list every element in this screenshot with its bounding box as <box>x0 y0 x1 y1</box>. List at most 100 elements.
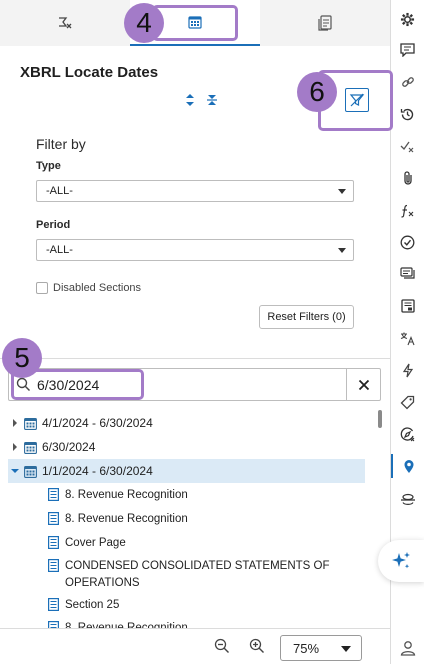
document-label: CONDENSED CONSOLIDATED STATEMENTS OF OPE… <box>65 560 330 589</box>
expand-collapse-controls <box>184 93 218 107</box>
document-icon <box>48 559 59 572</box>
tag-button[interactable] <box>391 390 424 414</box>
divider <box>0 358 390 359</box>
tree-group-row-selected[interactable]: 1/1/2024 - 6/30/2024 <box>8 459 365 483</box>
filter-toggle-button[interactable] <box>345 88 369 112</box>
document-list-icon <box>318 15 332 31</box>
callout-number: 6 <box>309 76 325 107</box>
approve-button[interactable] <box>391 230 424 254</box>
function-icon <box>401 204 414 218</box>
zoom-select[interactable]: 75% <box>280 635 362 661</box>
tree-group-label: 1/1/2024 - 6/30/2024 <box>42 464 153 478</box>
disabled-sections-checkbox[interactable] <box>36 282 48 294</box>
clear-search-button[interactable] <box>346 369 380 400</box>
search-input[interactable]: 6/30/2024 <box>37 377 99 393</box>
callout-badge-filter: 6 <box>297 72 337 112</box>
zoom-in-icon[interactable] <box>249 638 265 654</box>
translate-button[interactable] <box>391 326 424 350</box>
disabled-sections-label: Disabled Sections <box>53 282 142 294</box>
sparkle-icon <box>392 552 410 569</box>
comment-icon <box>400 43 415 57</box>
collapse-all-icon[interactable] <box>206 93 218 107</box>
period-select[interactable]: -ALL- <box>36 239 354 261</box>
chevron-right-icon[interactable] <box>8 442 22 452</box>
disabled-sections-option[interactable]: Disabled Sections <box>36 282 141 294</box>
tree-document-item[interactable]: 8. Revenue Recognition <box>48 487 348 504</box>
user-profile-button[interactable] <box>391 636 424 660</box>
comment-button[interactable] <box>391 38 424 62</box>
document-icon <box>48 536 59 549</box>
formula-clear-icon <box>59 17 72 29</box>
link-button[interactable] <box>391 70 424 94</box>
tree-document-item[interactable]: Section 25 <box>48 597 348 614</box>
tree-document-item[interactable]: Cover Page <box>48 535 348 552</box>
document-icon <box>48 598 59 611</box>
document-label: Cover Page <box>65 537 126 549</box>
document-label: Section 25 <box>65 599 120 611</box>
function-button[interactable] <box>391 199 424 223</box>
check-x-button[interactable] <box>391 134 424 158</box>
search-box[interactable]: 6/30/2024 <box>8 368 381 401</box>
user-icon <box>400 641 415 656</box>
lightning-button[interactable] <box>391 358 424 382</box>
type-select[interactable]: -ALL- <box>36 180 354 202</box>
tag-icon <box>400 395 415 409</box>
layers-button[interactable] <box>391 488 424 512</box>
tree-document-item[interactable]: CONDENSED CONSOLIDATED STATEMENTS OF OPE… <box>48 558 348 592</box>
note-button[interactable] <box>391 294 424 318</box>
tree-group-row[interactable]: 4/1/2024 - 6/30/2024 <box>8 411 365 435</box>
callout-number: 4 <box>136 7 152 38</box>
comments-button[interactable] <box>391 262 424 286</box>
ai-assistant-button[interactable] <box>378 540 424 582</box>
tree-scrollbar[interactable] <box>378 410 382 428</box>
link-icon <box>401 77 414 87</box>
compass-button[interactable] <box>391 422 424 446</box>
date-tree: 4/1/2024 - 6/30/2024 6/30/2024 1/1/2024 … <box>0 410 376 632</box>
callout-badge-search: 5 <box>2 338 42 378</box>
chevron-down-icon[interactable] <box>8 467 22 475</box>
settings-button[interactable] <box>391 7 424 31</box>
expand-all-icon[interactable] <box>184 93 196 107</box>
tab-formula-clear[interactable] <box>0 0 130 46</box>
filter-off-icon <box>349 93 365 107</box>
document-label: 8. Revenue Recognition <box>65 513 188 525</box>
chevron-down-icon <box>341 646 351 652</box>
document-label: 8. Revenue Recognition <box>65 489 188 501</box>
tab-document-list[interactable] <box>260 0 390 46</box>
translate-icon <box>400 332 415 345</box>
calendar-icon <box>24 417 37 430</box>
period-select-value: -ALL- <box>46 244 73 256</box>
tree-group-label: 4/1/2024 - 6/30/2024 <box>42 416 153 430</box>
bottom-toolbar: 75% <box>0 628 390 664</box>
locate-button[interactable] <box>391 454 424 478</box>
gear-icon <box>400 12 415 26</box>
panel-tabbar <box>0 0 390 46</box>
note-icon <box>400 299 415 313</box>
page-title: XBRL Locate Dates <box>20 64 159 81</box>
tree-group-row[interactable]: 6/30/2024 <box>8 435 365 459</box>
calendar-icon <box>188 16 202 29</box>
attachment-icon <box>403 171 412 185</box>
tree-group-label: 6/30/2024 <box>42 440 96 454</box>
lightning-icon <box>402 363 413 377</box>
layers-icon <box>400 493 415 505</box>
reset-filters-button[interactable]: Reset Filters (0) <box>259 305 354 329</box>
type-label: Type <box>36 160 61 172</box>
history-button[interactable] <box>391 102 424 126</box>
callout-number: 5 <box>14 342 30 373</box>
chevron-down-icon <box>338 189 346 194</box>
zoom-value: 75% <box>293 640 320 656</box>
check-circle-icon <box>400 235 415 249</box>
compass-icon <box>400 426 415 441</box>
attachment-button[interactable] <box>391 166 424 190</box>
document-icon <box>48 488 59 501</box>
chevron-down-icon <box>338 248 346 253</box>
period-label: Period <box>36 219 71 231</box>
calendar-icon <box>24 465 37 478</box>
close-icon <box>358 379 369 390</box>
tree-document-item[interactable]: 8. Revenue Recognition <box>48 511 348 528</box>
history-icon <box>400 108 414 120</box>
location-pin-icon <box>404 459 413 473</box>
chevron-right-icon[interactable] <box>8 418 22 428</box>
zoom-out-icon[interactable] <box>214 638 230 654</box>
